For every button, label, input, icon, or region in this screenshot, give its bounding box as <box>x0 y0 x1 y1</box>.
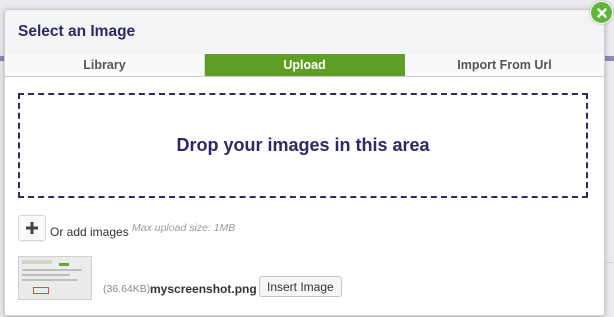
thumbnail-header-bar <box>22 260 52 264</box>
max-upload-size-note: Max upload size: 1MB <box>132 222 236 234</box>
add-images-label: Or add images <box>50 225 129 239</box>
plus-icon <box>26 222 38 234</box>
thumbnail-accent <box>59 263 69 266</box>
tab-label: Library <box>83 58 126 72</box>
tab-library[interactable]: Library <box>5 54 205 76</box>
file-size: (36.64KB) <box>103 283 151 295</box>
thumbnail-line <box>22 279 77 281</box>
image-thumbnail <box>18 256 92 300</box>
thumbnail-line <box>22 274 70 276</box>
image-drop-zone[interactable]: Drop your images in this area <box>18 93 588 198</box>
tab-bar: Library Upload Import From Url <box>5 54 604 77</box>
insert-image-button[interactable]: Insert Image <box>259 276 342 297</box>
tab-upload[interactable]: Upload <box>205 54 405 76</box>
close-icon <box>596 7 607 18</box>
thumbnail-highlight <box>33 287 49 294</box>
add-images-button[interactable] <box>18 215 46 241</box>
dialog-title: Select an Image <box>18 23 136 40</box>
drop-zone-text: Drop your images in this area <box>176 135 430 155</box>
close-dialog-button[interactable] <box>590 1 613 24</box>
tab-label: Import From Url <box>457 58 552 72</box>
tab-import-from-url[interactable]: Import From Url <box>405 54 604 76</box>
dialog-header: Select an Image <box>5 10 604 55</box>
file-name: myscreenshot.png <box>150 282 257 296</box>
select-image-dialog: Select an Image Library Upload Import Fr… <box>4 9 605 316</box>
thumbnail-line <box>22 269 82 271</box>
tab-label: Upload <box>283 58 326 72</box>
